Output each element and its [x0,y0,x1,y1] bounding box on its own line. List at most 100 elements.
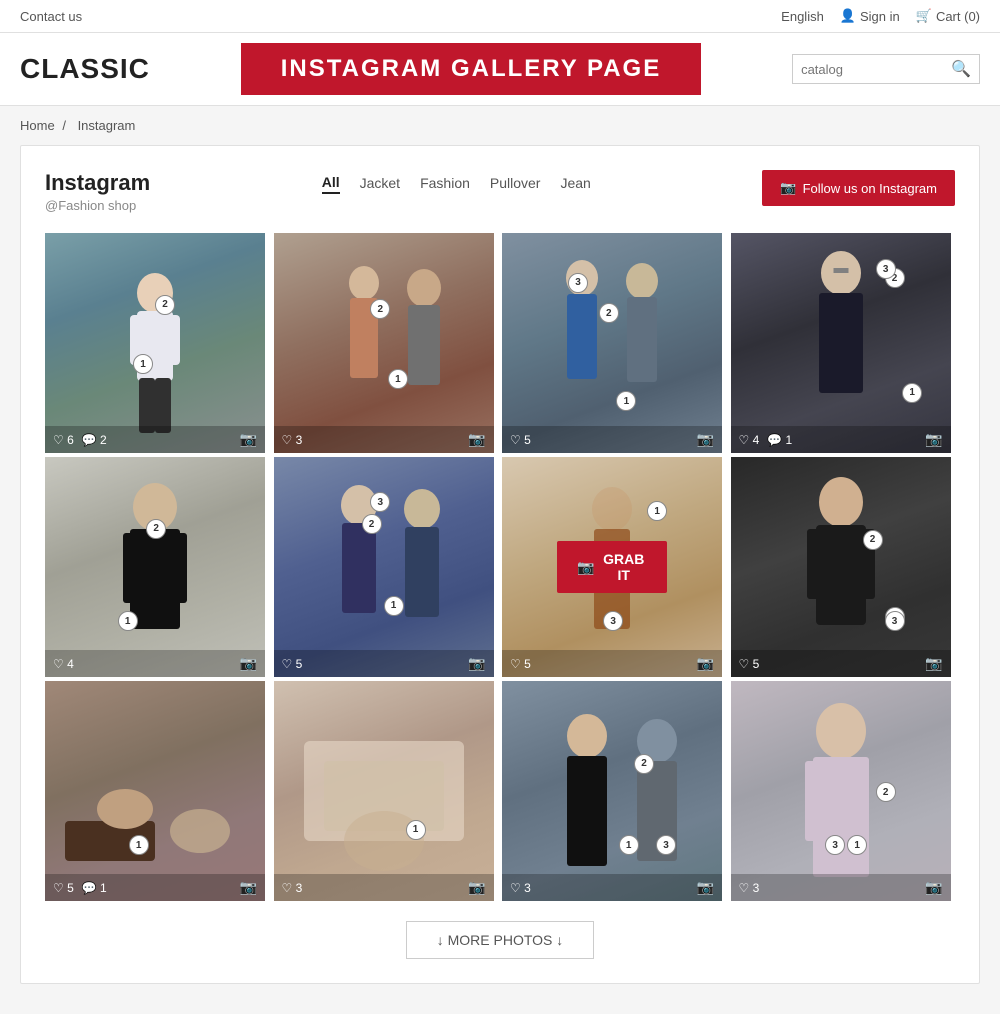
photo-stats-9: ♡ 5 💬 1 [53,881,107,895]
photo-cell-9[interactable]: 1 ♡ 5 💬 1 📷 [45,681,265,901]
photo-cell-11[interactable]: 1 2 3 ♡ 3 📷 [502,681,722,901]
photo-stats-6: ♡ 5 [282,657,303,671]
photo-stats-1: ♡ 6 💬 2 [53,433,107,447]
photo-cell-4[interactable]: 1 2 3 ♡ 4 💬 1 📷 [731,233,951,453]
badge-12-3: 3 [825,835,845,855]
badge-6-2: 2 [362,514,382,534]
grab-it-button[interactable]: 📷 GRAB IT [557,541,667,593]
filter-tab-jacket[interactable]: Jacket [360,175,400,193]
likes-2: ♡ 3 [282,433,303,447]
likes-10: ♡ 3 [282,881,303,895]
instagram-icon-7: 📷 [697,655,714,672]
badge-12-1: 1 [847,835,867,855]
cart-link[interactable]: 🛒 Cart (0) [916,8,980,24]
user-icon: 👤 [840,8,856,24]
filter-tabs: All Jacket Fashion Pullover Jean [322,174,591,194]
photo-footer-5: ♡ 4 📷 [45,650,265,677]
breadcrumb: Home / Instagram [0,106,1000,145]
top-bar-left: Contact us [20,9,82,24]
comments-1: 💬 2 [82,433,107,447]
likes-11: ♡ 3 [510,881,531,895]
badge-5-2: 2 [146,519,166,539]
cart-icon: 🛒 [916,8,932,24]
photo-footer-12: ♡ 3 📷 [731,874,951,901]
search-input[interactable] [801,62,951,77]
gallery-title: Instagram [45,170,150,196]
filter-tab-fashion[interactable]: Fashion [420,175,470,193]
photo-cell-2[interactable]: 1 2 ♡ 3 📷 [274,233,494,453]
badge-1-1: 1 [133,354,153,374]
instagram-icon-5: 📷 [240,655,257,672]
top-bar: Contact us English 👤 Sign in 🛒 Cart (0) [0,0,1000,33]
grab-it-icon: 📷 [577,559,594,576]
photo-footer-10: ♡ 3 📷 [274,874,494,901]
more-photos-section: ↓ MORE PHOTOS ↓ [45,921,955,959]
photo-stats-4: ♡ 4 💬 1 [739,433,793,447]
badge-1-2: 2 [155,295,175,315]
instagram-icon-6: 📷 [468,655,485,672]
more-photos-button[interactable]: ↓ MORE PHOTOS ↓ [406,921,595,959]
likes-1: ♡ 6 [53,433,74,447]
badge-8-2: 2 [863,530,883,550]
badge-5-1: 1 [118,611,138,631]
photo-footer-1: ♡ 6 💬 2 📷 [45,426,265,453]
photo-cell-3[interactable]: 1 2 3 ♡ 5 📷 [502,233,722,453]
instagram-icon-1: 📷 [240,431,257,448]
photo-cell-12[interactable]: 1 2 3 ♡ 3 📷 [731,681,951,901]
photo-cell-10[interactable]: 1 ♡ 3 📷 [274,681,494,901]
page-content: Instagram @Fashion shop All Jacket Fashi… [0,145,1000,1014]
instagram-icon-4: 📷 [925,431,942,448]
grab-it-overlay: 📷 GRAB IT [557,541,667,593]
badge-4-3: 3 [876,259,896,279]
photo-stats-8: ♡ 5 [739,657,760,671]
photo-stats-7: ♡ 5 [510,657,531,671]
photo-stats-12: ♡ 3 [739,881,760,895]
page-banner: INSTAGRAM GALLERY PAGE [241,43,701,95]
photo-stats-2: ♡ 3 [282,433,303,447]
filter-tab-all[interactable]: All [322,174,340,194]
badge-9-1: 1 [129,835,149,855]
photo-footer-11: ♡ 3 📷 [502,874,722,901]
gallery-title-block: Instagram @Fashion shop [45,170,150,213]
likes-8: ♡ 5 [739,657,760,671]
photo-grid: 1 2 ♡ 6 💬 2 📷 1 2 [45,233,955,901]
contact-us-link[interactable]: Contact us [20,9,82,24]
badge-11-1: 1 [619,835,639,855]
photo-cell-1[interactable]: 1 2 ♡ 6 💬 2 📷 [45,233,265,453]
instagram-icon-11: 📷 [697,879,714,896]
gallery-container: Instagram @Fashion shop All Jacket Fashi… [20,145,980,984]
photo-footer-9: ♡ 5 💬 1 📷 [45,874,265,901]
likes-7: ♡ 5 [510,657,531,671]
follow-instagram-button[interactable]: 📷 Follow us on Instagram [762,170,955,206]
photo-cell-7[interactable]: 1 2 3 📷 GRAB IT ♡ 5 📷 [502,457,722,677]
comments-4: 💬 1 [767,433,792,447]
filter-tab-pullover[interactable]: Pullover [490,175,541,193]
site-logo[interactable]: CLASSIC [20,53,150,85]
badge-3-3: 3 [568,273,588,293]
photo-stats-5: ♡ 4 [53,657,74,671]
likes-12: ♡ 3 [739,881,760,895]
photo-stats-11: ♡ 3 [510,881,531,895]
comments-9: 💬 1 [82,881,107,895]
photo-footer-3: ♡ 5 📷 [502,426,722,453]
gallery-header: Instagram @Fashion shop All Jacket Fashi… [45,170,955,213]
main-header: CLASSIC INSTAGRAM GALLERY PAGE 🔍 [0,33,1000,106]
search-button[interactable]: 🔍 [951,59,971,79]
photo-cell-8[interactable]: 1 2 3 ♡ 5 📷 [731,457,951,677]
filter-tab-jean[interactable]: Jean [560,175,590,193]
badge-12-2: 2 [876,782,896,802]
instagram-icon-2: 📷 [468,431,485,448]
photo-cell-5[interactable]: 1 2 ♡ 4 📷 [45,457,265,677]
gallery-subtitle: @Fashion shop [45,198,150,213]
sign-in-link[interactable]: 👤 Sign in [840,8,900,24]
photo-footer-4: ♡ 4 💬 1 📷 [731,426,951,453]
top-bar-right: English 👤 Sign in 🛒 Cart (0) [781,8,980,24]
badge-11-2: 2 [634,754,654,774]
instagram-icon-12: 📷 [925,879,942,896]
breadcrumb-home[interactable]: Home [20,118,55,133]
likes-6: ♡ 5 [282,657,303,671]
photo-footer-8: ♡ 5 📷 [731,650,951,677]
language-selector[interactable]: English [781,9,824,24]
photo-cell-6[interactable]: 1 2 3 ♡ 5 📷 [274,457,494,677]
photo-footer-7: ♡ 5 📷 [502,650,722,677]
